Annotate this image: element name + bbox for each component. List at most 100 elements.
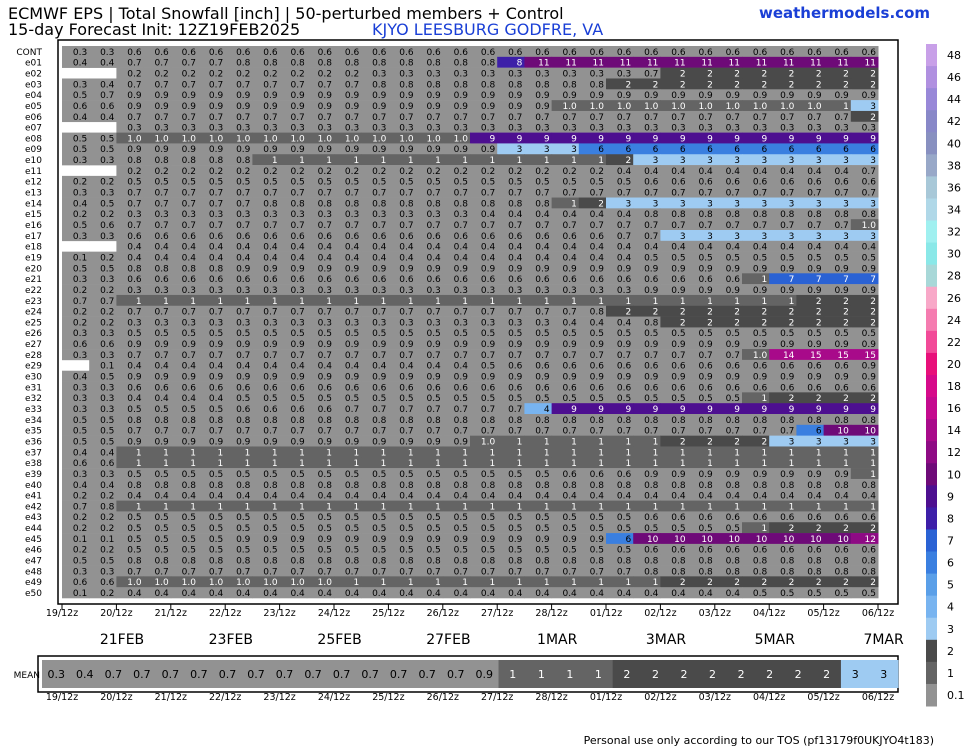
cell-value: 0.5 [590, 524, 604, 534]
cell-value: 0.9 [182, 91, 197, 101]
cell-value: 9 [870, 134, 876, 144]
colorbar-tick-label: 48 [947, 49, 961, 62]
cell-value: 9 [571, 134, 577, 144]
cell-value: 0.4 [535, 243, 550, 253]
cell-value: 0.9 [780, 340, 795, 350]
cell-value: 0.5 [345, 546, 359, 556]
colorbar-tick-label: 46 [947, 71, 961, 84]
cell-value: 0.7 [426, 427, 440, 437]
cell-value: 0.5 [590, 394, 604, 404]
cell-value: 1 [435, 448, 441, 458]
cell-value: 0.3 [535, 318, 549, 328]
cell-value: 0.8 [154, 264, 169, 274]
cell-value: 0.5 [399, 178, 413, 188]
cell-value: 0.7 [698, 113, 712, 123]
cell-value: 2 [870, 308, 876, 318]
cell-value: 0.3 [345, 286, 359, 296]
cell-value: 0.8 [399, 199, 414, 209]
cell-value: 0.5 [780, 329, 794, 339]
cell-value: 0.7 [753, 189, 767, 199]
cell-value: 0.6 [263, 383, 278, 393]
cell-value: 0.7 [481, 427, 495, 437]
cell-value: 2 [789, 69, 795, 79]
cell-value: 0.7 [780, 113, 794, 123]
cell-value: 0.3 [481, 286, 495, 296]
colorbar-swatch [926, 286, 937, 310]
cell-value: 0.6 [426, 275, 441, 285]
cell-value: 0.6 [807, 546, 822, 556]
cell-value: 0.9 [372, 102, 387, 112]
cell-value: 0.7 [290, 113, 304, 123]
cell-value: 0.7 [780, 189, 794, 199]
cell-value: 0.6 [698, 275, 713, 285]
cell-value: 0.5 [154, 470, 168, 480]
cell-value: 1 [544, 297, 550, 307]
cell-value: 0.7 [834, 113, 848, 123]
colorbar-tick-label: 12 [947, 446, 961, 459]
member-label: e42 [25, 502, 42, 512]
cell-value: 9 [789, 405, 795, 415]
cell-value: 0.7 [726, 113, 740, 123]
cell-value: 0.9 [426, 437, 441, 447]
cell-value: 0.3 [399, 318, 413, 328]
cell-value: 1 [462, 459, 468, 469]
cell-value: 0.4 [807, 167, 822, 177]
mean-x-tick-label: 23/12z [263, 692, 295, 703]
cell-value: 0.6 [834, 383, 849, 393]
cell-value: 0.3 [73, 80, 87, 90]
cell-value: 1 [571, 578, 577, 588]
cell-value: 0.5 [154, 405, 168, 415]
cell-value: 0.4 [481, 253, 496, 263]
cell-value: 0.8 [535, 481, 550, 491]
cell-value: 0.7 [154, 80, 168, 90]
cell-value: 0.8 [644, 318, 659, 328]
cell-value: 0.4 [318, 243, 333, 253]
cell-value: 0.7 [726, 351, 740, 361]
cell-value: 0.9 [698, 340, 713, 350]
cell-value: 15 [865, 351, 876, 361]
cell-value: 0.5 [644, 524, 658, 534]
cell-value: 14 [783, 351, 795, 361]
cell-value: 0.4 [154, 589, 169, 599]
cell-value: 2 [870, 394, 876, 404]
cell-value: 0.4 [508, 492, 523, 502]
cell-value: 0.8 [426, 416, 441, 426]
cell-value: 0.7 [318, 189, 332, 199]
cell-value: 1 [653, 437, 659, 447]
cell-value: 0.9 [290, 145, 305, 155]
cell-value: 0.5 [100, 134, 114, 144]
cell-value: 0.6 [535, 275, 550, 285]
cell-value: 0.8 [535, 80, 550, 90]
cell-value: 0.5 [372, 524, 386, 534]
cell-value: 0.5 [753, 253, 767, 263]
cell-value: 0.8 [399, 481, 414, 491]
cell-value: 0.3 [127, 286, 141, 296]
cell-value: 0.5 [426, 524, 440, 534]
cell-value: 0.9 [263, 102, 278, 112]
cell-value: 0.2 [209, 167, 223, 177]
cell-value: 0.9 [345, 145, 360, 155]
cell-value: 0.3 [481, 69, 495, 79]
cell-value: 0.6 [780, 546, 795, 556]
cell-value: 1 [299, 502, 305, 512]
cell-value: 0.7 [399, 405, 413, 415]
cell-value: 0.6 [834, 362, 849, 372]
cell-value: 0.8 [263, 59, 278, 69]
cell-value: 0.6 [481, 232, 496, 242]
cell-value: 0.4 [726, 492, 741, 502]
colorbar-tick-label: 26 [947, 292, 961, 305]
cell-value: 1 [544, 448, 550, 458]
cell-value: 2 [734, 578, 740, 588]
cell-value: 0.6 [644, 513, 659, 523]
cell-value: 0.5 [399, 394, 413, 404]
colorbar-tick-label: 4 [947, 601, 954, 614]
cell-value: 0.9 [399, 340, 414, 350]
cell-value: 0.2 [318, 69, 332, 79]
member-label: e33 [25, 405, 42, 415]
cell-value: 0.3 [100, 48, 114, 58]
colorbar-swatch [926, 661, 937, 685]
cell-value: 0.2 [100, 178, 114, 188]
colorbar-tick-label: 9 [947, 490, 954, 503]
cell-value: 0.3 [263, 318, 277, 328]
cell-value: 2 [680, 437, 686, 447]
